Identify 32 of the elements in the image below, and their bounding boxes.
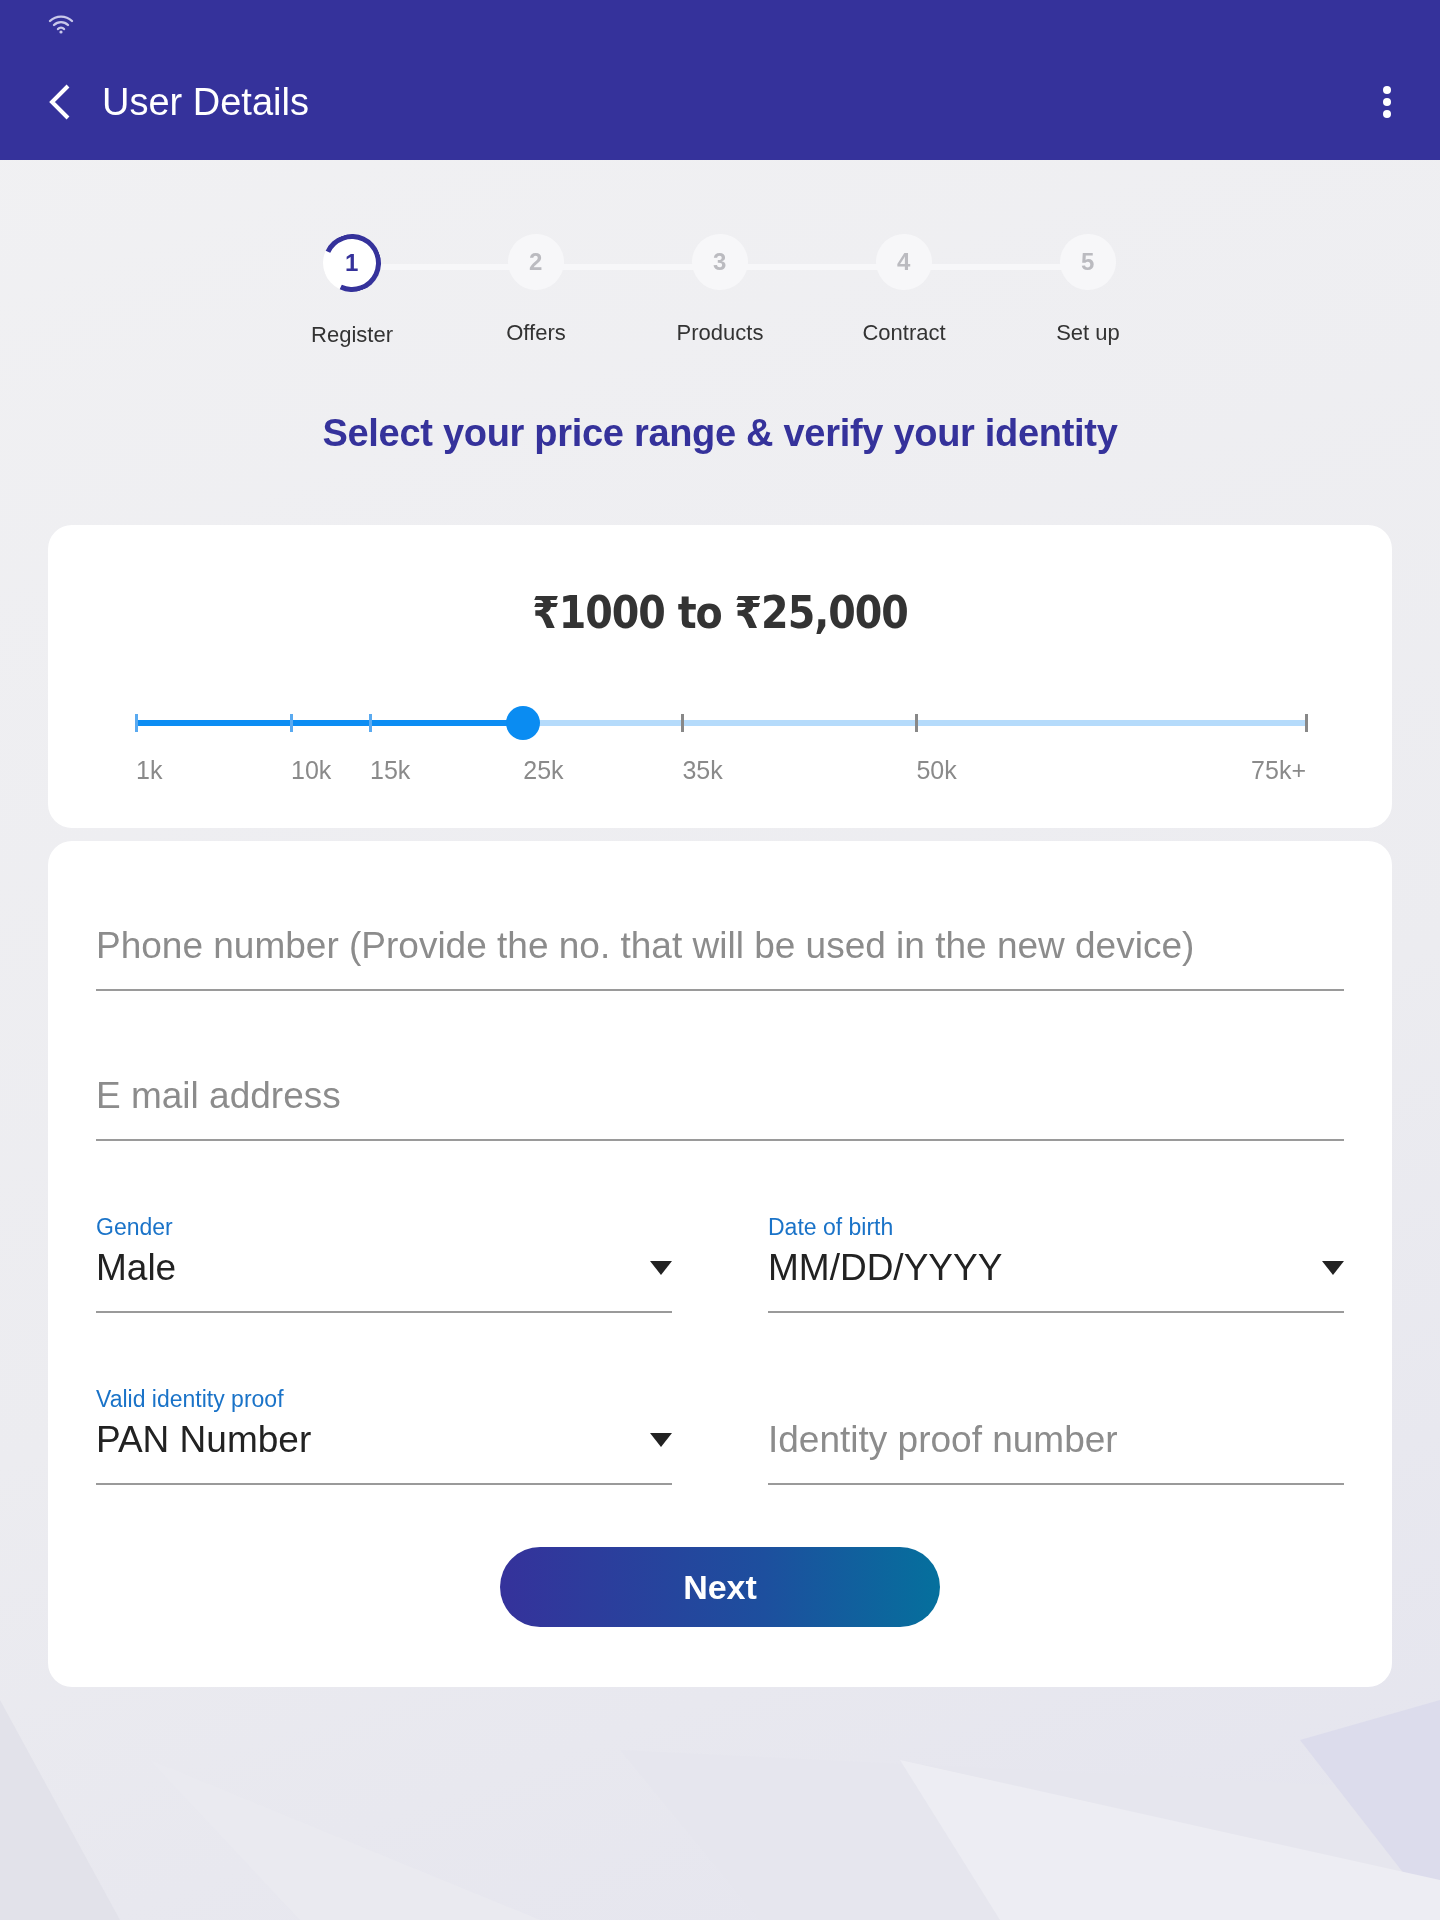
- tick-label: 50k: [916, 756, 957, 785]
- dropdown-arrow-icon: [650, 1261, 672, 1275]
- tick-label: 15k: [370, 756, 411, 785]
- more-menu-button[interactable]: [1382, 85, 1392, 119]
- next-button[interactable]: Next: [500, 1547, 940, 1627]
- step-label: Register: [311, 322, 393, 348]
- text-field[interactable]: Phone number (Provide the no. that will be used in the new device): [96, 925, 1344, 967]
- field-label: Valid identity proof: [96, 1386, 285, 1413]
- tick-label: 25k: [523, 756, 564, 785]
- tick-label: 10k: [291, 756, 332, 785]
- back-button[interactable]: [48, 83, 72, 121]
- dropdown-field[interactable]: Male: [96, 1247, 672, 1289]
- field-label: Date of birth: [768, 1214, 895, 1241]
- text-field[interactable]: Identity proof number: [768, 1419, 1344, 1461]
- dropdown-field[interactable]: MM/DD/YYYY: [768, 1247, 1344, 1289]
- dropdown-field[interactable]: PAN Number: [96, 1419, 672, 1461]
- step-label: Contract: [862, 320, 946, 346]
- step-label: Products: [676, 320, 764, 346]
- step-label: Offers: [506, 320, 566, 346]
- text-field[interactable]: E mail address: [96, 1075, 1344, 1117]
- tick-label: 35k: [682, 756, 723, 785]
- tick-label: 75k+: [1251, 756, 1306, 785]
- dropdown-arrow-icon: [1322, 1261, 1344, 1275]
- field-label: Gender: [96, 1214, 174, 1241]
- tick-label: 1k: [136, 756, 163, 785]
- price-range-reading: ₹1000 to ₹25,000: [531, 587, 909, 638]
- slider-thumb[interactable]: [506, 706, 541, 740]
- page-heading: Select your price range & verify your identity: [322, 412, 1118, 455]
- step-label: Set up: [1056, 320, 1120, 346]
- dropdown-arrow-icon: [650, 1433, 672, 1447]
- wifi-icon: [48, 14, 74, 34]
- window-title: User Details: [102, 80, 310, 124]
